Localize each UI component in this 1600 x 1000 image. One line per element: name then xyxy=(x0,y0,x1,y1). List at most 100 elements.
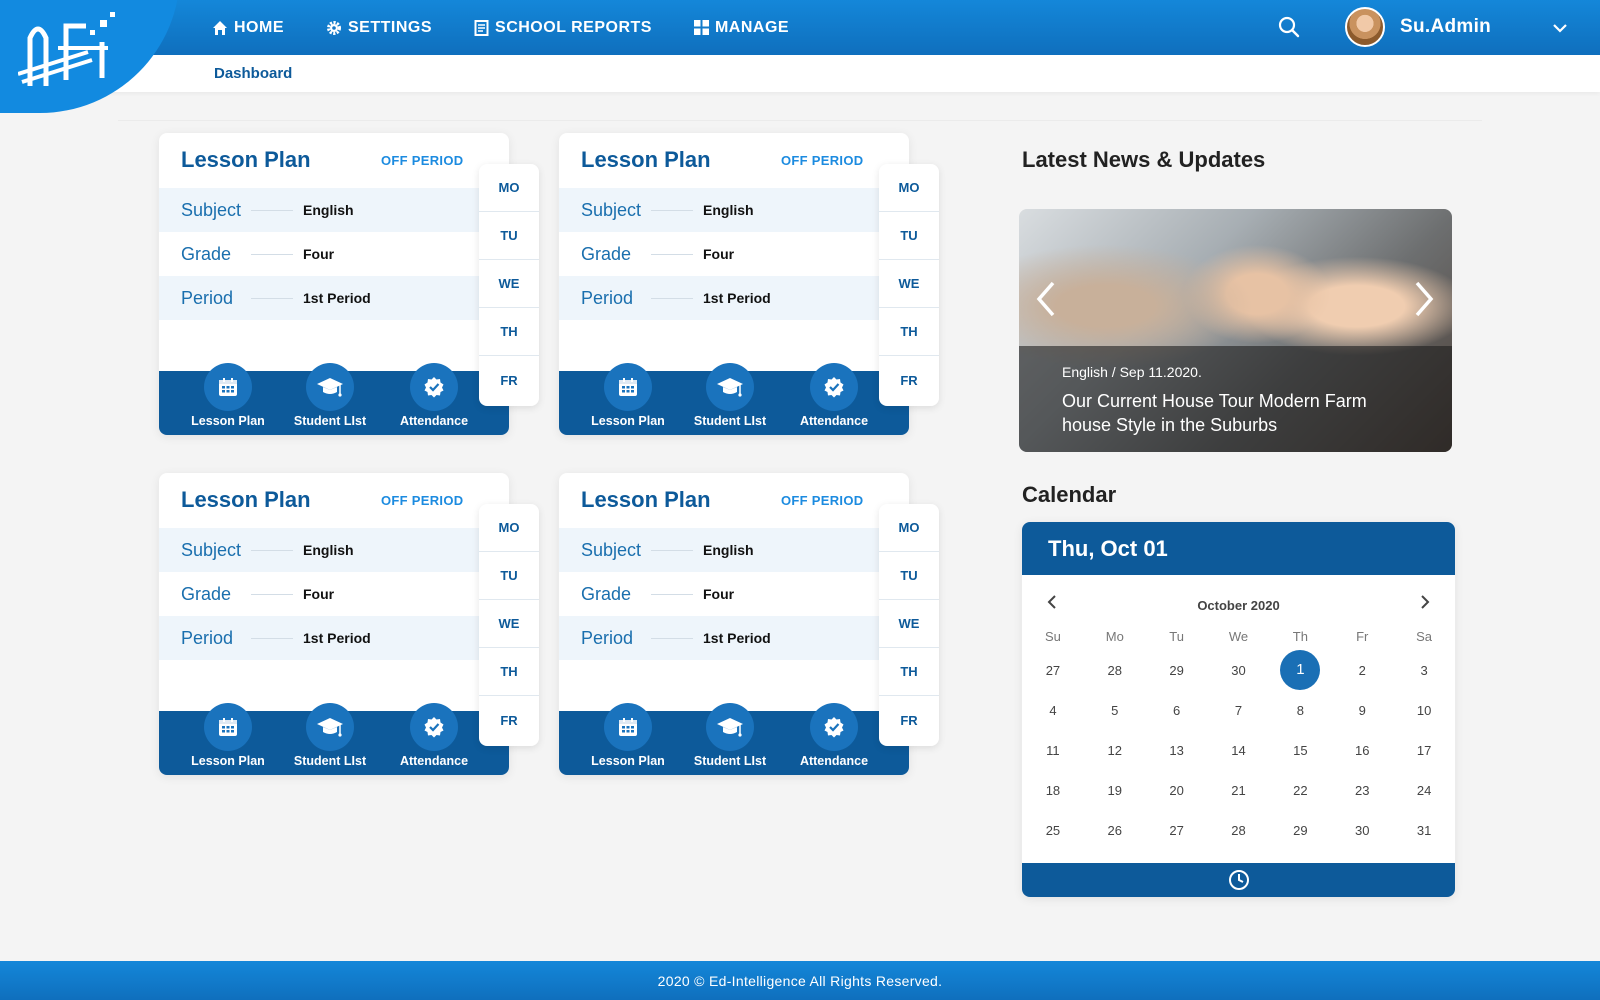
calendar-day[interactable]: 24 xyxy=(1393,783,1455,798)
day-tab-tu[interactable]: TU xyxy=(879,212,939,260)
lesson-plan-button[interactable]: Lesson Plan xyxy=(178,363,278,428)
calendar-day[interactable]: 10 xyxy=(1393,703,1455,718)
calendar-day[interactable]: 22 xyxy=(1269,783,1331,798)
day-tab-we[interactable]: WE xyxy=(879,260,939,308)
card-title[interactable]: Lesson Plan xyxy=(581,147,711,173)
calendar-day[interactable]: 5 xyxy=(1084,703,1146,718)
calendar-day[interactable]: 3 xyxy=(1393,663,1455,678)
day-tab-mo[interactable]: MO xyxy=(879,504,939,552)
divider xyxy=(118,120,1482,121)
row-divider xyxy=(651,593,693,595)
calendar-day[interactable]: 7 xyxy=(1208,703,1270,718)
calendar-day[interactable]: 14 xyxy=(1208,743,1270,758)
day-tab-tu[interactable]: TU xyxy=(479,552,539,600)
calendar-day[interactable]: 9 xyxy=(1331,703,1393,718)
calendar-day[interactable]: 27 xyxy=(1146,823,1208,838)
day-tab-th[interactable]: TH xyxy=(479,648,539,696)
avatar[interactable] xyxy=(1345,7,1385,47)
search-icon[interactable] xyxy=(1278,16,1300,38)
calendar-day[interactable]: 18 xyxy=(1022,783,1084,798)
calendar-day[interactable]: 4 xyxy=(1022,703,1084,718)
nav-home[interactable]: HOME xyxy=(212,19,284,37)
calendar-day[interactable]: 21 xyxy=(1208,783,1270,798)
day-tab-mo[interactable]: MO xyxy=(479,164,539,212)
day-tab-fr[interactable]: FR xyxy=(479,356,539,404)
chevron-down-icon[interactable] xyxy=(1552,20,1568,36)
selected-day-number: 1 xyxy=(1280,650,1321,690)
nav-manage[interactable]: MANAGE xyxy=(693,19,789,37)
chevron-right-icon[interactable] xyxy=(1411,279,1437,319)
calendar-day[interactable]: 29 xyxy=(1146,663,1208,678)
nav-school-reports[interactable]: SCHOOL REPORTS xyxy=(474,19,652,37)
card-title[interactable]: Lesson Plan xyxy=(181,147,311,173)
calendar-day[interactable]: 15 xyxy=(1269,743,1331,758)
calendar-day[interactable]: 29 xyxy=(1269,823,1331,838)
calendar-day[interactable]: 25 xyxy=(1022,823,1084,838)
card-title[interactable]: Lesson Plan xyxy=(181,487,311,513)
period-status-badge: OFF PERIOD xyxy=(781,493,864,508)
clock-icon xyxy=(1228,870,1249,890)
attendance-button[interactable]: Attendance xyxy=(784,703,884,768)
nav-settings[interactable]: SETTINGS xyxy=(326,19,432,37)
student-list-button[interactable]: Student LIst xyxy=(680,363,780,428)
attendance-button[interactable]: Attendance xyxy=(384,363,484,428)
calendar-day[interactable]: 19 xyxy=(1084,783,1146,798)
calendar-day[interactable]: 28 xyxy=(1084,663,1146,678)
chevron-left-icon[interactable] xyxy=(1033,279,1059,319)
day-tab-th[interactable]: TH xyxy=(879,648,939,696)
day-tab-fr[interactable]: FR xyxy=(879,696,939,744)
grade-label: Grade xyxy=(581,243,632,264)
calendar-day[interactable]: 13 xyxy=(1146,743,1208,758)
lesson-plan-button[interactable]: Lesson Plan xyxy=(578,703,678,768)
calendar-day[interactable]: 31 xyxy=(1393,823,1455,838)
calendar-day[interactable]: 6 xyxy=(1146,703,1208,718)
calendar-day[interactable]: 23 xyxy=(1331,783,1393,798)
calendar-day[interactable]: 12 xyxy=(1084,743,1146,758)
day-tab-mo[interactable]: MO xyxy=(479,504,539,552)
attendance-button[interactable]: Attendance xyxy=(784,363,884,428)
calendar-day[interactable]: 28 xyxy=(1208,823,1270,838)
calendar-day[interactable]: 27 xyxy=(1022,663,1084,678)
chevron-right-icon[interactable] xyxy=(1415,592,1435,612)
user-name[interactable]: Su.Admin xyxy=(1400,16,1491,38)
calendar-day[interactable]: 16 xyxy=(1331,743,1393,758)
lesson-plan-button[interactable]: Lesson Plan xyxy=(578,363,678,428)
calendar-day-selected[interactable]: 1 xyxy=(1269,650,1331,690)
calendar-day[interactable]: 20 xyxy=(1146,783,1208,798)
gear-icon xyxy=(327,20,341,35)
calendar-day[interactable]: 11 xyxy=(1022,743,1084,758)
day-tab-th[interactable]: TH xyxy=(879,308,939,356)
calendar-day[interactable]: 2 xyxy=(1331,663,1393,678)
day-tab-tu[interactable]: TU xyxy=(479,212,539,260)
student-list-button[interactable]: Student LIst xyxy=(280,703,380,768)
calendar-time-bar[interactable] xyxy=(1022,863,1455,897)
calendar-day[interactable]: 8 xyxy=(1269,703,1331,718)
student-list-button[interactable]: Student LIst xyxy=(280,363,380,428)
calendar-day[interactable]: 17 xyxy=(1393,743,1455,758)
weekday-header: We xyxy=(1228,628,1249,644)
period-value: 1st Period xyxy=(303,630,371,646)
day-tab-mo[interactable]: MO xyxy=(879,164,939,212)
day-tab-fr[interactable]: FR xyxy=(879,356,939,404)
day-tab-we[interactable]: WE xyxy=(479,260,539,308)
news-carousel[interactable]: English / Sep 11.2020. Our Current House… xyxy=(1019,209,1452,452)
day-tab-we[interactable]: WE xyxy=(879,600,939,648)
card-title[interactable]: Lesson Plan xyxy=(581,487,711,513)
lesson-plan-button[interactable]: Lesson Plan xyxy=(178,703,278,768)
student-list-button[interactable]: Student LIst xyxy=(680,703,780,768)
breadcrumb[interactable]: Dashboard xyxy=(214,65,292,82)
calendar-day[interactable]: 30 xyxy=(1208,663,1270,678)
grade-value: Four xyxy=(703,586,735,602)
news-heading: Latest News & Updates xyxy=(1022,147,1266,172)
calendar-day[interactable]: 26 xyxy=(1084,823,1146,838)
day-tab-th[interactable]: TH xyxy=(479,308,539,356)
day-tab-fr[interactable]: FR xyxy=(479,696,539,744)
day-tab-tu[interactable]: TU xyxy=(879,552,939,600)
calendar-grid: Su Mo Tu We Th Fr Sa 27 28 29 30 1 2 3 4 5 6 7 8 9 10 11 12 13 1… xyxy=(1022,622,1455,850)
day-tab-we[interactable]: WE xyxy=(479,600,539,648)
news-title[interactable]: Our Current House Tour Modern Farm house… xyxy=(1062,389,1412,437)
row-divider xyxy=(651,209,693,211)
calendar-widget: Thu, Oct 01 October 2020 Su Mo Tu We Th Fr Sa 2… xyxy=(1022,522,1455,897)
calendar-day[interactable]: 30 xyxy=(1331,823,1393,838)
attendance-button[interactable]: Attendance xyxy=(384,703,484,768)
